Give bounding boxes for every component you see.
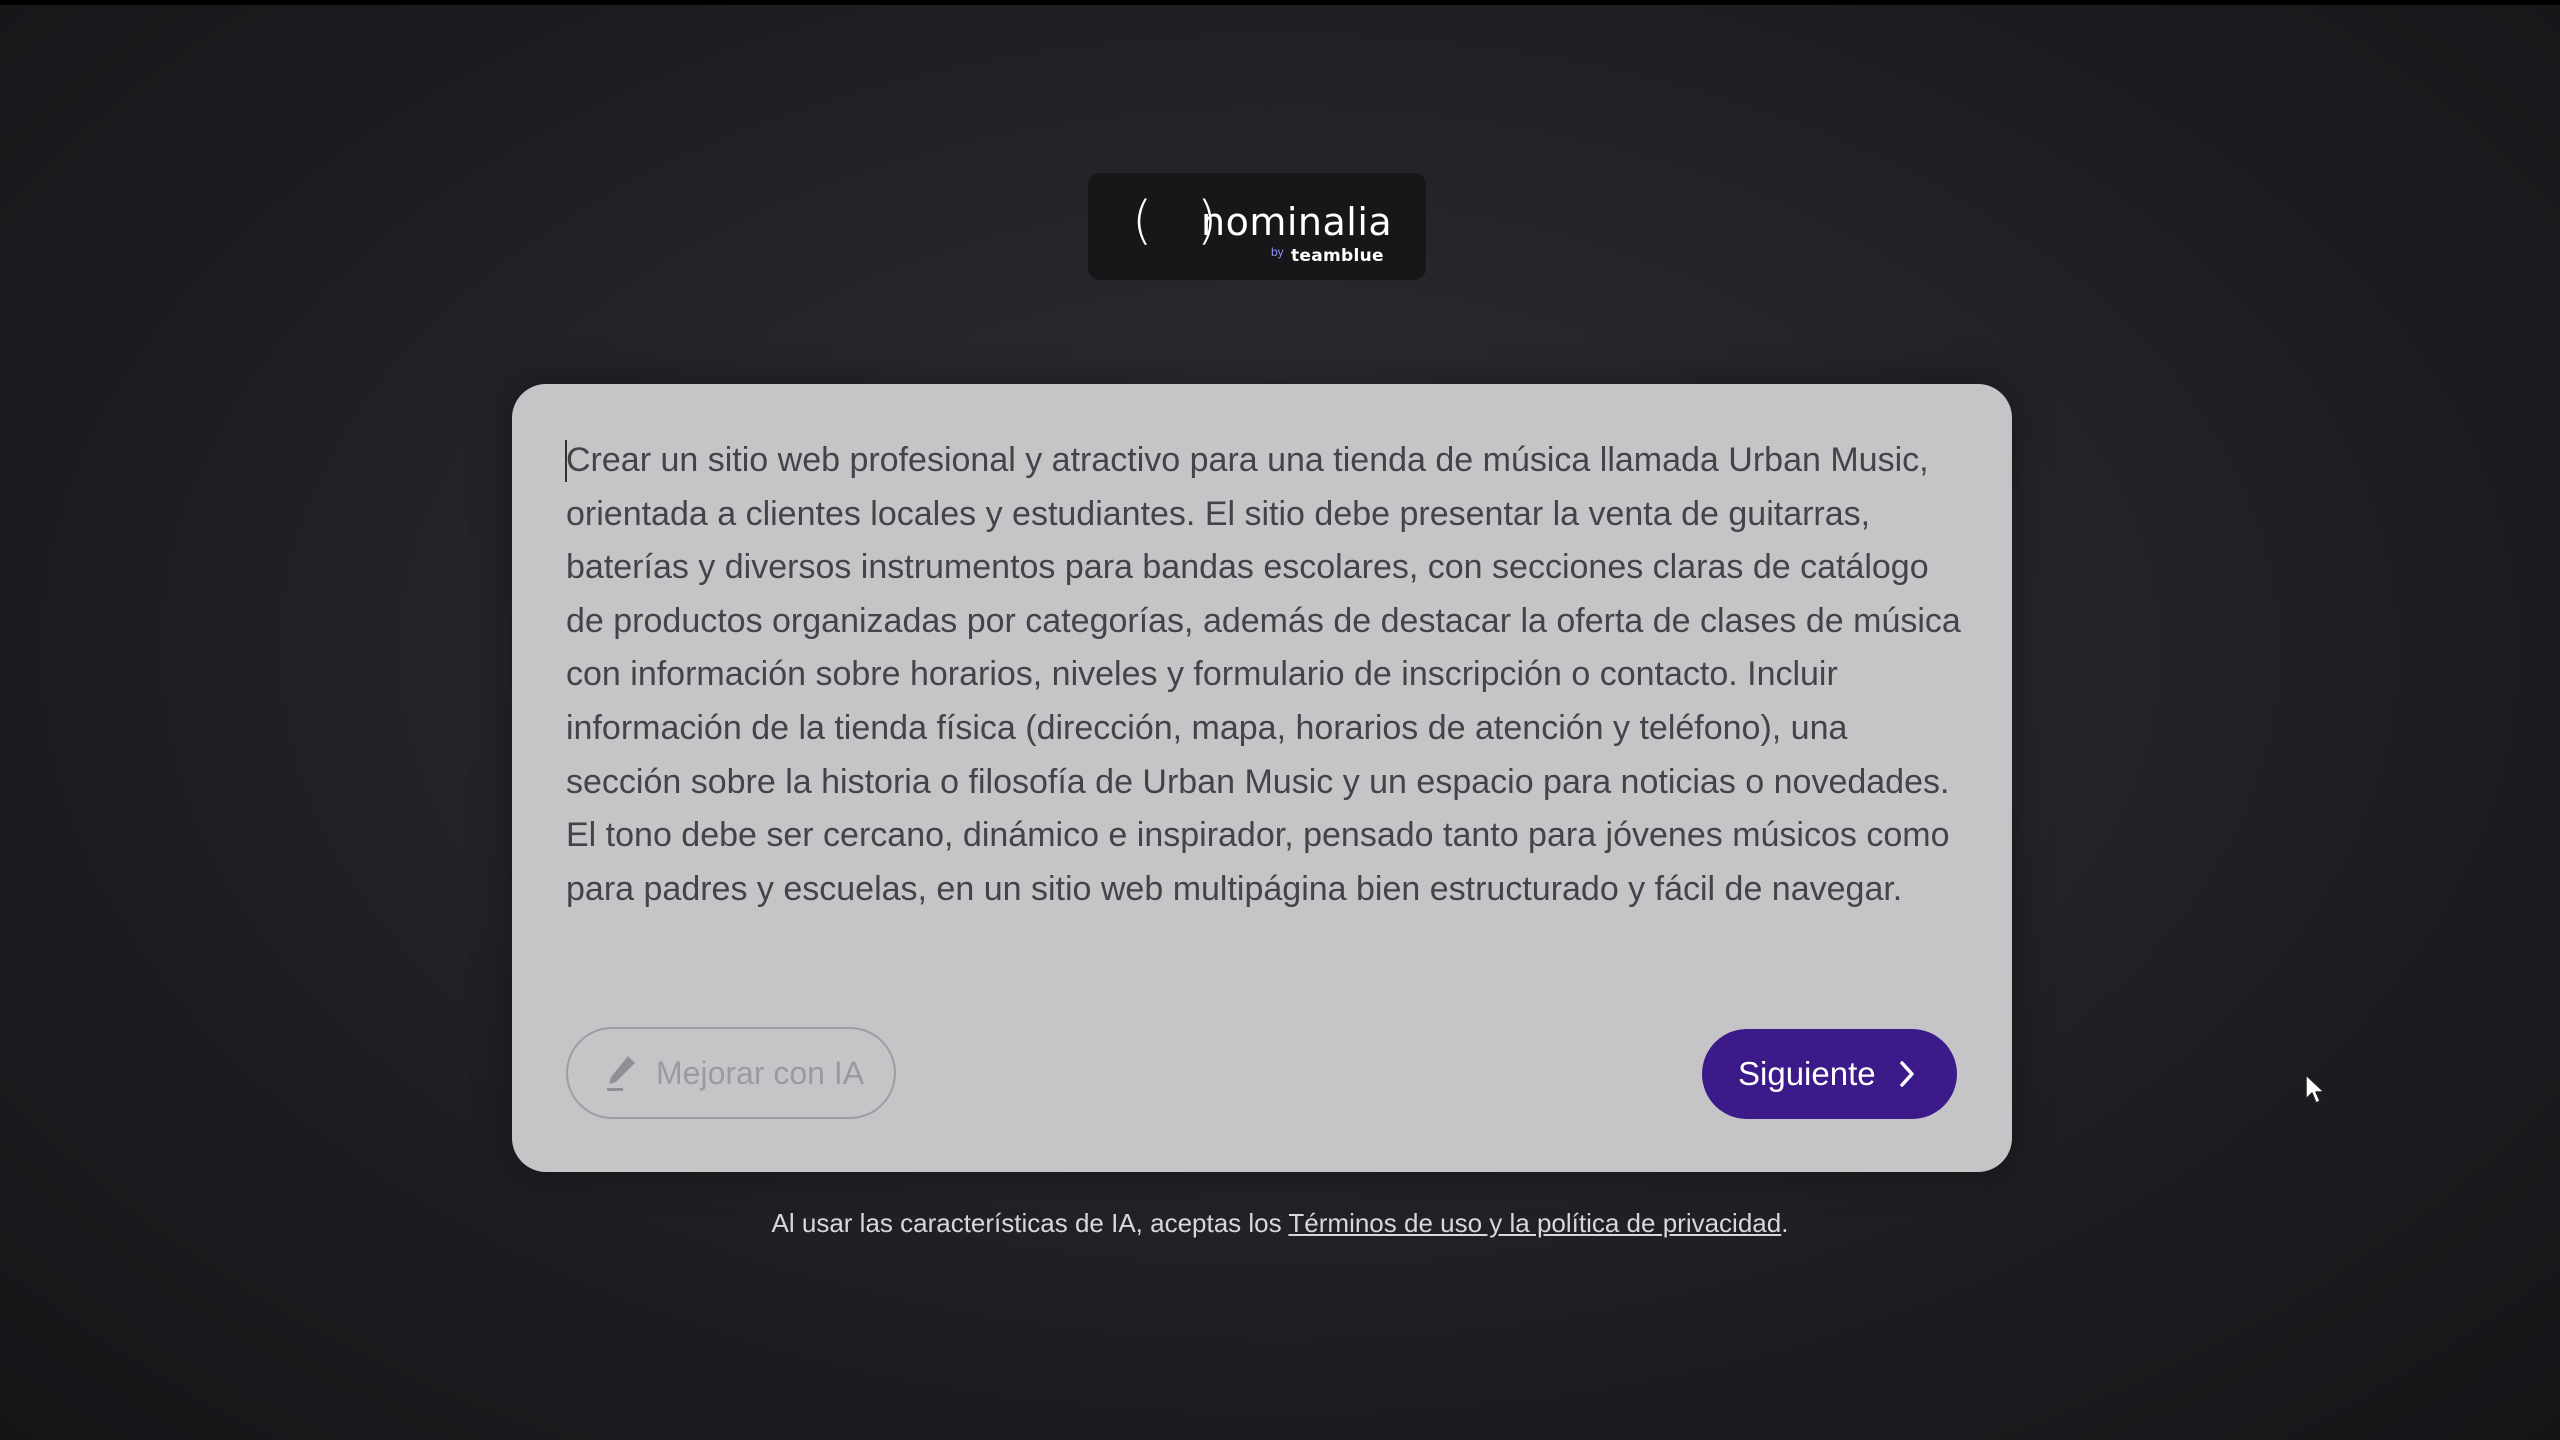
mouse-pointer-icon — [2305, 1074, 2325, 1104]
logo-by-label: by — [1271, 245, 1284, 259]
improve-with-ai-label: Mejorar con IA — [656, 1054, 865, 1091]
website-description-textarea[interactable]: Crear un sitio web profesional y atracti… — [566, 434, 1966, 934]
pencil-icon — [607, 1056, 635, 1091]
logo-wordmark: nominalia — [1201, 200, 1393, 244]
logo-parent-brand: teamblue — [1291, 246, 1384, 266]
next-button-label: Siguiente — [1738, 1055, 1876, 1092]
text-caret — [565, 440, 567, 482]
disclaimer-suffix: . — [1781, 1208, 1789, 1238]
disclaimer-text: Al usar las características de IA, acept… — [771, 1208, 1289, 1238]
improve-with-ai-button[interactable]: Mejorar con IA — [566, 1027, 896, 1119]
next-button[interactable]: Siguiente — [1702, 1029, 1957, 1119]
chevron-right-icon — [1899, 1061, 1914, 1087]
brand-logo: ( ) nominalia by teamblue — [1088, 173, 1426, 280]
terms-privacy-link[interactable]: Términos de uso y la política de privaci… — [1288, 1208, 1781, 1238]
page-background: ( ) nominalia by teamblue Crear un sitio… — [0, 5, 2560, 1440]
prompt-card: Crear un sitio web profesional y atracti… — [512, 384, 2012, 1172]
ai-terms-disclaimer: Al usar las características de IA, acept… — [0, 1208, 2560, 1239]
